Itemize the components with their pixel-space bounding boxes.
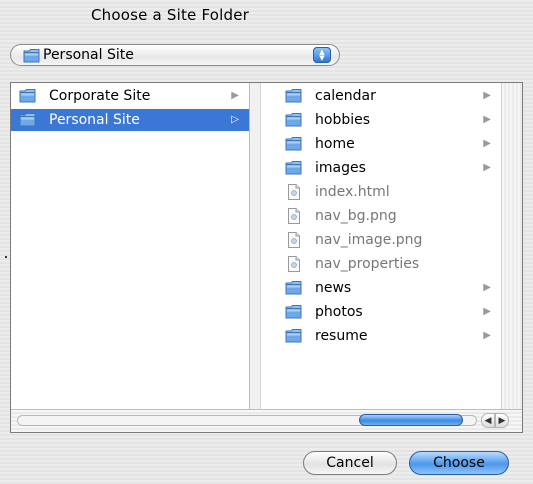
browser-item-home[interactable]: home ▶ <box>261 133 501 155</box>
disclosure-arrow-icon: ▶ <box>483 306 491 317</box>
item-label: nav_image.png <box>315 232 423 248</box>
folder-icon <box>19 88 37 104</box>
item-label: images <box>315 160 366 176</box>
item-label: home <box>315 136 355 152</box>
item-label: resume <box>315 328 368 344</box>
choose-button[interactable]: Choose <box>409 451 509 475</box>
location-popup-label: Personal Site <box>43 47 134 63</box>
browser-item-photos[interactable]: photos ▶ <box>261 301 501 323</box>
browser-item-calendar[interactable]: calendar ▶ <box>261 85 501 107</box>
browser-item-corporate-site[interactable]: Corporate Site ▶ <box>11 85 249 107</box>
browser-item-personal-site[interactable]: Personal Site ▷ <box>11 109 249 131</box>
location-popup[interactable]: Personal Site ▲ ▼ <box>10 44 340 66</box>
column-browser: Corporate Site ▶ Personal Site ▷ calenda… <box>10 82 523 433</box>
item-label: news <box>315 280 352 296</box>
browser-item-hobbies[interactable]: hobbies ▶ <box>261 109 501 131</box>
browser-item-images[interactable]: images ▶ <box>261 157 501 179</box>
disclosure-arrow-icon: ▷ <box>231 114 239 125</box>
item-label: Personal Site <box>49 112 140 128</box>
browser-item-nav-bg-png[interactable]: nav_bg.png <box>261 205 501 227</box>
browser-item-nav-properties[interactable]: nav_properties <box>261 253 501 275</box>
disclosure-arrow-icon: ▶ <box>231 90 239 101</box>
disclosure-arrow-icon: ▶ <box>483 162 491 173</box>
browser-item-nav-image-png[interactable]: nav_image.png <box>261 229 501 251</box>
browser-column-1: Corporate Site ▶ Personal Site ▷ <box>11 83 250 410</box>
folder-icon <box>23 48 41 64</box>
folder-icon <box>285 136 303 152</box>
browser-item-index-html[interactable]: index.html <box>261 181 501 203</box>
vertical-scroll-area <box>501 83 522 410</box>
divider <box>5 256 7 258</box>
browser-item-resume[interactable]: resume ▶ <box>261 325 501 347</box>
item-label: Corporate Site <box>49 88 151 104</box>
item-label: nav_bg.png <box>315 208 397 224</box>
image-file-icon <box>287 232 301 248</box>
folder-icon <box>285 304 303 320</box>
browser-column-2: calendar ▶ hobbies ▶ home ▶ images ▶ ind… <box>261 83 501 410</box>
document-file-icon <box>287 256 301 272</box>
scroll-right-arrow-icon[interactable]: ▶ <box>495 413 509 428</box>
popup-stepper-icon[interactable]: ▲ ▼ <box>313 47 331 63</box>
scroll-thumb[interactable] <box>359 414 463 426</box>
disclosure-arrow-icon: ▶ <box>483 330 491 341</box>
item-label: hobbies <box>315 112 371 128</box>
browser-item-news[interactable]: news ▶ <box>261 277 501 299</box>
folder-icon <box>285 280 303 296</box>
image-file-icon <box>287 208 301 224</box>
folder-icon <box>285 328 303 344</box>
disclosure-arrow-icon: ▶ <box>483 114 491 125</box>
folder-icon <box>285 88 303 104</box>
scroll-left-arrow-icon[interactable]: ◀ <box>481 413 495 428</box>
item-label: nav_properties <box>315 256 420 272</box>
disclosure-arrow-icon: ▶ <box>483 138 491 149</box>
html-file-icon <box>287 184 301 200</box>
folder-icon <box>285 112 303 128</box>
folder-icon <box>285 160 303 176</box>
item-label: index.html <box>315 184 390 200</box>
horizontal-scrollbar[interactable]: ◀ ▶ <box>11 409 522 432</box>
column-divider[interactable] <box>250 83 261 410</box>
item-label: calendar <box>315 88 376 104</box>
cancel-button[interactable]: Cancel <box>303 451 397 475</box>
disclosure-arrow-icon: ▶ <box>483 90 491 101</box>
disclosure-arrow-icon: ▶ <box>483 282 491 293</box>
item-label: photos <box>315 304 363 320</box>
folder-icon <box>19 112 37 128</box>
dialog-title: Choose a Site Folder <box>90 6 250 24</box>
